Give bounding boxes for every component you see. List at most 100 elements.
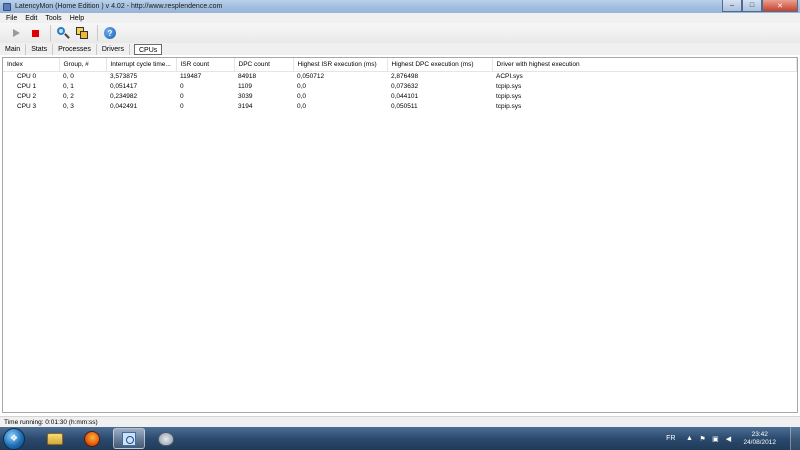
clock-date: 24/08/2012 <box>743 438 776 446</box>
cell-group: 0, 2 <box>63 93 74 100</box>
up-arrow-icon[interactable]: ▲ <box>685 435 693 443</box>
cell-highest-dpc: 0,044101 <box>391 93 419 100</box>
cell-dpc-count: 84918 <box>238 73 257 81</box>
cell-dpc-count: 3039 <box>238 93 253 100</box>
copy-icon <box>75 26 89 40</box>
table-row[interactable]: CPU 3 0, 3 0,042491 0 3194 0,0 0,050511 … <box>3 101 797 111</box>
menu-help[interactable]: Help <box>70 15 84 22</box>
cell-isr-count: 0 <box>180 103 184 110</box>
cell-interrupt-cycle-time: 3,573875 <box>110 73 138 81</box>
column-header-highest-isr[interactable]: Highest ISR execution (ms) <box>293 58 388 72</box>
window-title: LatencyMon (Home Edition ) v 4.02 - http… <box>15 3 223 10</box>
taskbar-explorer-button[interactable] <box>39 428 71 449</box>
table-row[interactable]: CPU 0 0, 0 3,573875 119487 84918 0,05071… <box>3 71 797 81</box>
cell-highest-dpc: 2,876498 <box>391 73 419 81</box>
play-icon <box>12 29 20 37</box>
menu-edit[interactable]: Edit <box>25 15 37 22</box>
column-header-index[interactable]: Index <box>3 58 60 72</box>
stop-monitor-button[interactable] <box>27 25 43 41</box>
cell-group: 0, 1 <box>63 83 74 90</box>
maximize-button[interactable]: □ <box>742 0 762 12</box>
cell-index: CPU 0 <box>17 73 37 81</box>
cell-isr-count: 0 <box>180 83 184 90</box>
taskbar: ❖ FR ▲ ⚑ ▣ ◀ 23:42 24/08/2012 <box>0 427 800 450</box>
start-monitor-button[interactable] <box>8 25 24 41</box>
cell-highest-dpc: 0,073632 <box>391 83 419 90</box>
start-button[interactable]: ❖ <box>3 427 25 450</box>
taskbar-paint-button[interactable] <box>150 428 182 449</box>
cell-driver: ACPI.sys <box>496 73 523 81</box>
network-icon[interactable]: ▣ <box>711 435 719 443</box>
system-tray: FR ▲ ⚑ ▣ ◀ 23:42 24/08/2012 <box>666 427 800 450</box>
cell-dpc-count: 1109 <box>238 83 252 90</box>
cell-driver: tcpip.sys <box>496 93 522 100</box>
table-row[interactable]: CPU 2 0, 2 0,234982 0 3039 0,0 0,044101 … <box>3 91 797 101</box>
window-controls: – □ ✕ <box>722 0 798 12</box>
help-button[interactable]: ? <box>102 25 118 41</box>
cell-isr-count: 0 <box>180 93 184 100</box>
close-button[interactable]: ✕ <box>762 0 798 12</box>
tab-bar: Main Stats Processes Drivers CPUs <box>0 43 800 55</box>
toolbar: ? <box>0 23 800 43</box>
copy-button[interactable] <box>74 25 90 41</box>
minimize-button[interactable]: – <box>722 0 742 12</box>
cell-group: 0, 3 <box>63 103 74 110</box>
language-indicator[interactable]: FR <box>666 435 675 442</box>
cell-group: 0, 0 <box>63 73 74 81</box>
taskbar-latencymon-button[interactable] <box>113 428 145 449</box>
cell-isr-count: 119487 <box>180 73 202 81</box>
cell-highest-isr: 0,050712 <box>297 73 325 81</box>
column-header-group[interactable]: Group, # <box>59 58 107 72</box>
cell-highest-isr: 0,0 <box>297 103 307 110</box>
taskbar-firefox-button[interactable] <box>76 428 108 449</box>
cell-driver: tcpip.sys <box>496 103 522 110</box>
time-running-text: Time running: 0:01:30 (h:mm:ss) <box>4 418 98 426</box>
stop-icon <box>31 29 39 37</box>
column-header-highest-dpc[interactable]: Highest DPC execution (ms) <box>387 58 493 72</box>
clock[interactable]: 23:42 24/08/2012 <box>743 431 776 447</box>
cpu-table: Index Group, # Interrupt cycle time... I… <box>3 58 797 111</box>
cell-interrupt-cycle-time: 0,051417 <box>110 83 138 90</box>
windows-explorer-icon <box>47 432 63 445</box>
column-header-dpc-count[interactable]: DPC count <box>234 58 294 72</box>
table-row[interactable]: CPU 1 0, 1 0,051417 0 1109 0,0 0,073632 … <box>3 81 797 91</box>
search-icon <box>56 26 70 40</box>
menu-tools[interactable]: Tools <box>45 15 61 22</box>
tab-cpus[interactable]: CPUs <box>134 43 163 55</box>
title-bar[interactable]: LatencyMon (Home Edition ) v 4.02 - http… <box>0 0 800 13</box>
status-bar: Time running: 0:01:30 (h:mm:ss) <box>0 416 800 427</box>
toolbar-separator <box>50 25 51 41</box>
cpu-table-panel[interactable]: Index Group, # Interrupt cycle time... I… <box>2 57 798 413</box>
tab-drivers[interactable]: Drivers <box>97 43 130 55</box>
column-header-isr-count[interactable]: ISR count <box>176 58 235 72</box>
latencymon-icon <box>122 431 136 446</box>
report-button[interactable] <box>55 25 71 41</box>
tab-stats[interactable]: Stats <box>26 43 54 55</box>
windows-logo-icon: ❖ <box>9 433 19 443</box>
column-header-interrupt-cycle-time[interactable]: Interrupt cycle time... <box>106 58 177 72</box>
firefox-icon <box>84 430 100 447</box>
tab-main[interactable]: Main <box>0 43 27 55</box>
menu-file[interactable]: File <box>6 15 17 22</box>
cell-highest-dpc: 0,050511 <box>391 103 418 110</box>
volume-icon[interactable]: ◀ <box>724 435 732 443</box>
cell-highest-isr: 0,0 <box>297 93 307 100</box>
latencymon-app-icon <box>3 2 11 11</box>
cell-interrupt-cycle-time: 0,234982 <box>110 93 138 100</box>
cell-dpc-count: 3194 <box>238 103 253 110</box>
cell-index: CPU 2 <box>17 93 37 100</box>
cell-interrupt-cycle-time: 0,042491 <box>110 103 138 110</box>
toolbar-separator <box>97 25 98 41</box>
tab-processes[interactable]: Processes <box>53 43 97 55</box>
table-header-row: Index Group, # Interrupt cycle time... I… <box>3 58 797 72</box>
menu-bar: File Edit Tools Help <box>0 13 800 23</box>
cell-driver: tcpip.sys <box>496 83 522 90</box>
action-center-icon[interactable]: ⚑ <box>698 435 706 443</box>
paint-icon <box>158 431 174 446</box>
cell-index: CPU 3 <box>17 103 37 110</box>
show-desktop-button[interactable] <box>790 427 800 450</box>
cell-index: CPU 1 <box>17 83 37 90</box>
column-header-driver[interactable]: Driver with highest execution <box>492 58 797 72</box>
cell-highest-isr: 0,0 <box>297 83 307 90</box>
clock-time: 23:42 <box>751 430 768 438</box>
